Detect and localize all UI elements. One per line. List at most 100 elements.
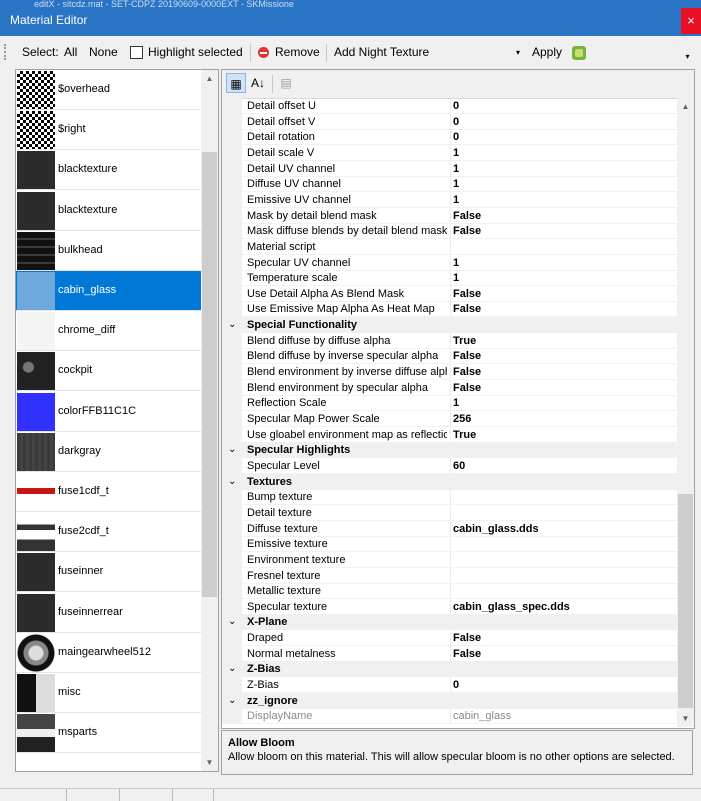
property-row[interactable]: Specular texture cabin_glass_spec.dds	[222, 598, 677, 615]
alphabetical-sort-icon[interactable]: A↓	[248, 73, 268, 93]
column-divider[interactable]	[450, 176, 451, 193]
scroll-up-arrow[interactable]: ▲	[677, 98, 694, 115]
puzzle-icon[interactable]	[572, 46, 586, 60]
property-row[interactable]: Detail offset V 0	[222, 113, 677, 130]
column-divider[interactable]	[450, 630, 451, 647]
bottom-tab[interactable]	[120, 789, 173, 801]
close-button[interactable]: ×	[681, 8, 701, 34]
column-divider[interactable]	[450, 708, 451, 725]
column-divider[interactable]	[450, 301, 451, 318]
column-divider[interactable]	[450, 129, 451, 146]
property-row[interactable]: Use gloabel environment map as reflectio…	[222, 426, 677, 443]
column-divider[interactable]	[450, 411, 451, 427]
property-row[interactable]: Blend diffuse by inverse specular alpha F…	[222, 348, 677, 365]
column-divider[interactable]	[450, 677, 451, 694]
remove-button[interactable]: Remove	[275, 44, 320, 60]
property-value[interactable]: False	[453, 381, 673, 395]
material-item[interactable]: fuseinnerrear	[16, 593, 201, 633]
property-row[interactable]: Temperature scale 1	[222, 270, 677, 287]
material-item[interactable]: msparts	[16, 713, 201, 754]
property-row[interactable]: Diffuse UV channel 1	[222, 176, 677, 193]
property-value[interactable]: 0	[453, 99, 673, 113]
property-category[interactable]: ⌄ X-Plane	[222, 614, 677, 631]
remove-icon[interactable]	[258, 47, 269, 58]
column-divider[interactable]	[450, 254, 451, 271]
property-row[interactable]: Emissive UV channel 1	[222, 191, 677, 208]
select-none-button[interactable]: None	[89, 44, 118, 60]
property-row[interactable]: Diffuse texture cabin_glass.dds	[222, 520, 677, 537]
column-divider[interactable]	[450, 285, 451, 302]
property-value[interactable]: True	[453, 428, 673, 442]
property-value[interactable]: cabin_glass.dds	[453, 522, 673, 536]
property-value[interactable]: 1	[453, 193, 673, 207]
chevron-down-icon[interactable]: ▾	[516, 48, 520, 58]
add-texture-combo[interactable]: Add Night Texture	[334, 44, 429, 60]
bottom-tab[interactable]	[67, 789, 120, 801]
column-divider[interactable]	[450, 160, 451, 177]
collapse-chevron-icon[interactable]: ⌄	[228, 444, 236, 456]
column-divider[interactable]	[450, 207, 451, 224]
column-divider[interactable]	[450, 457, 451, 474]
column-divider[interactable]	[450, 489, 451, 506]
scrollbar-thumb[interactable]	[202, 152, 217, 597]
highlight-selected-checkbox[interactable]	[130, 46, 143, 59]
property-category[interactable]: ⌄ Special Functionality	[222, 317, 677, 334]
property-value[interactable]: 1	[453, 256, 673, 270]
property-value[interactable]: 0	[453, 678, 673, 692]
column-divider[interactable]	[450, 364, 451, 381]
property-row[interactable]: Z-Bias 0	[222, 677, 677, 694]
column-divider[interactable]	[450, 598, 451, 615]
column-divider[interactable]	[450, 551, 451, 568]
property-row[interactable]: Environment texture	[222, 551, 677, 568]
property-grid-scrollbar[interactable]: ▲ ▼	[677, 98, 694, 727]
column-divider[interactable]	[450, 567, 451, 584]
material-item[interactable]: fuse2cdf_t	[16, 512, 201, 553]
property-category[interactable]: ⌄ zz_ignore	[222, 692, 677, 709]
property-row[interactable]: DisplayName cabin_glass	[222, 708, 677, 725]
categorized-view-icon[interactable]: ▦	[226, 73, 246, 93]
apply-button[interactable]: Apply	[532, 44, 562, 60]
property-row[interactable]: Draped False	[222, 630, 677, 647]
property-row[interactable]: Metallic texture	[222, 583, 677, 600]
material-item[interactable]: chrome_diff	[16, 311, 201, 352]
material-item[interactable]: cockpit	[16, 351, 201, 392]
property-row[interactable]: Bump texture	[222, 489, 677, 506]
bottom-tab[interactable]	[14, 789, 67, 801]
property-value[interactable]: 256	[453, 412, 673, 426]
collapse-chevron-icon[interactable]: ⌄	[228, 616, 236, 628]
property-row[interactable]: Detail texture	[222, 504, 677, 521]
property-row[interactable]: Reflection Scale 1	[222, 395, 677, 412]
property-row[interactable]: Emissive texture	[222, 536, 677, 553]
material-item[interactable]: fuse1cdf_t	[16, 472, 201, 512]
material-item[interactable]: cabin_glass	[16, 271, 201, 311]
scroll-up-arrow[interactable]: ▲	[201, 70, 218, 87]
material-item[interactable]: misc	[16, 673, 201, 713]
bottom-tab[interactable]	[173, 789, 214, 801]
toolbar-overflow-button[interactable]: ▾	[683, 50, 692, 64]
column-divider[interactable]	[450, 426, 451, 443]
collapse-chevron-icon[interactable]: ⌄	[228, 695, 236, 707]
material-item[interactable]: fuseinner	[16, 552, 201, 593]
property-row[interactable]: Mask diffuse blends by detail blend mask…	[222, 223, 677, 240]
column-divider[interactable]	[450, 270, 451, 287]
property-value[interactable]: 1	[453, 396, 673, 410]
property-row[interactable]: Specular UV channel 1	[222, 254, 677, 271]
property-row[interactable]: Blend environment by inverse diffuse alp…	[222, 364, 677, 381]
material-list-scrollbar[interactable]: ▲ ▼	[201, 70, 218, 771]
highlight-selected-label[interactable]: Highlight selected	[148, 44, 243, 60]
column-divider[interactable]	[450, 238, 451, 255]
property-value[interactable]: cabin_glass_spec.dds	[453, 600, 673, 614]
collapse-chevron-icon[interactable]: ⌄	[228, 663, 236, 675]
property-value[interactable]: 1	[453, 177, 673, 191]
property-row[interactable]: Use Detail Alpha As Blend Mask False	[222, 285, 677, 302]
property-value[interactable]: False	[453, 631, 673, 645]
collapse-chevron-icon[interactable]: ⌄	[228, 476, 236, 488]
column-divider[interactable]	[450, 348, 451, 365]
property-category[interactable]: ⌄ Specular Highlights	[222, 442, 677, 459]
property-value[interactable]: False	[453, 224, 673, 238]
property-value[interactable]: 0	[453, 130, 673, 144]
column-divider[interactable]	[450, 645, 451, 662]
property-row[interactable]: Blend diffuse by diffuse alpha True	[222, 332, 677, 349]
property-value[interactable]: 1	[453, 146, 673, 160]
column-divider[interactable]	[450, 520, 451, 537]
